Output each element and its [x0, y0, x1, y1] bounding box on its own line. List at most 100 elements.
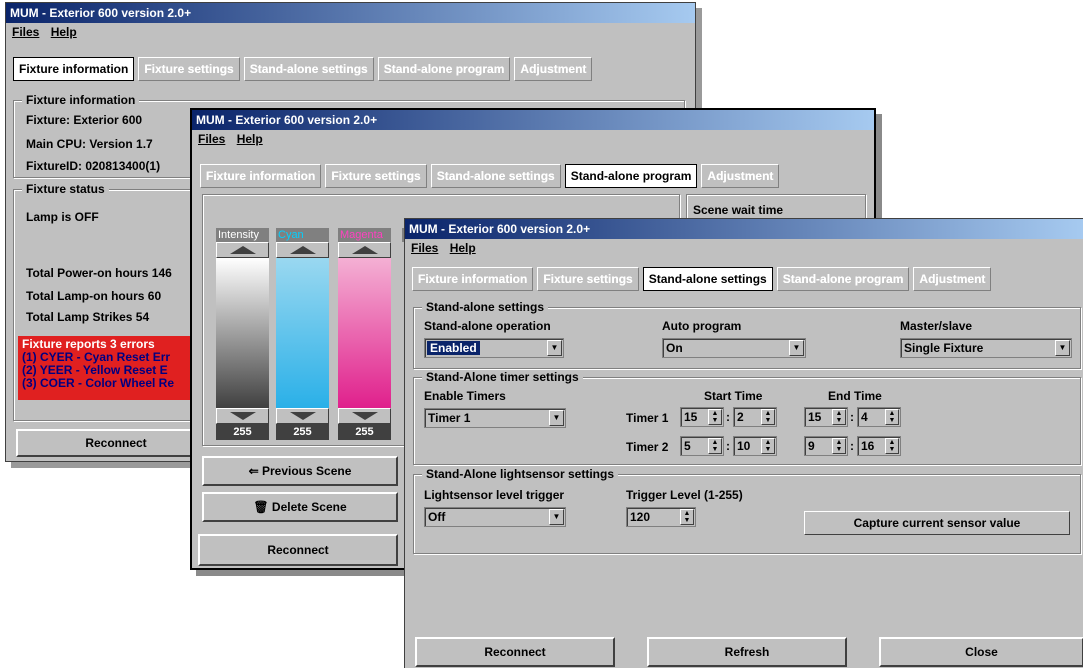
master-slave-label: Master/slave	[900, 319, 973, 333]
fader-cyan[interactable]: Cyan 255	[276, 228, 329, 440]
menu-files[interactable]: Files	[411, 241, 438, 255]
total-lamp-on-hours: Total Lamp-on hours 60	[26, 289, 162, 303]
chevron-down-icon[interactable]: ▼	[1055, 340, 1070, 356]
timer-settings-group: Stand-Alone timer settings Enable Timers…	[413, 370, 1081, 465]
spin-arrows-icon[interactable]: ▲ ▼	[761, 409, 775, 425]
group-title: Stand-Alone lightsensor settings	[422, 467, 619, 481]
trash-icon: 🗑	[253, 500, 269, 514]
menu-help[interactable]: Help	[237, 132, 263, 146]
chevron-down-icon[interactable]: ▼	[549, 410, 564, 426]
trigger-level-input[interactable]: 120 ▲ ▼	[626, 507, 696, 527]
tab-fixture-information[interactable]: Fixture information	[412, 267, 534, 291]
chevron-down-icon[interactable]: ▼	[547, 340, 562, 356]
timer-1-end-hour[interactable]: 15 ▲ ▼	[804, 407, 848, 427]
tab-stand-alone-program[interactable]: Stand-alone program	[377, 57, 511, 81]
master-slave-select[interactable]: Single Fixture ▼	[900, 338, 1072, 358]
spin-arrows-icon[interactable]: ▲ ▼	[761, 438, 775, 454]
close-button[interactable]: Close	[879, 637, 1083, 667]
enable-timers-label: Enable Timers	[424, 389, 506, 403]
spin-arrows-icon[interactable]: ▲ ▼	[832, 409, 846, 425]
group-title: Fixture status	[22, 182, 109, 196]
enable-timers-select[interactable]: Timer 1 ▼	[424, 408, 566, 428]
spin-arrows-icon[interactable]: ▲ ▼	[680, 509, 694, 525]
lightsensor-trigger-select[interactable]: Off ▼	[424, 507, 566, 527]
menu-files[interactable]: Files	[198, 132, 225, 146]
delete-scene-button[interactable]: 🗑 Delete Scene	[202, 492, 398, 522]
timer-2-start-minute[interactable]: 10 ▲ ▼	[733, 436, 777, 456]
tab-adjustment[interactable]: Adjustment	[913, 267, 992, 291]
lamp-status: Lamp is OFF	[26, 210, 99, 224]
tab-fixture-settings[interactable]: Fixture settings	[325, 164, 427, 188]
fader-down-arrow-icon[interactable]	[276, 408, 329, 424]
fader-level-bar[interactable]	[338, 258, 391, 408]
chevron-down-icon[interactable]: ▼	[549, 509, 564, 525]
tab-bar: Fixture information Fixture settings Sta…	[412, 267, 992, 291]
spin-arrows-icon[interactable]: ▲ ▼	[885, 409, 899, 425]
fader-value: 255	[216, 424, 269, 440]
timer-1-start-minute[interactable]: 2 ▲ ▼	[733, 407, 777, 427]
refresh-button[interactable]: Refresh	[647, 637, 847, 667]
reconnect-button[interactable]: Reconnect	[415, 637, 615, 667]
group-title: Stand-Alone timer settings	[422, 370, 583, 384]
fader-down-arrow-icon[interactable]	[216, 408, 269, 424]
stand-alone-settings-group: Stand-alone settings Stand-alone operati…	[413, 300, 1081, 369]
fader-label: Magenta	[338, 228, 391, 242]
window-title: MUM - Exterior 600 version 2.0+	[6, 3, 695, 23]
spin-arrows-icon[interactable]: ▲ ▼	[708, 409, 722, 425]
menu-help[interactable]: Help	[450, 241, 476, 255]
tab-fixture-information[interactable]: Fixture information	[200, 164, 322, 188]
error-item: (3) COER - Color Wheel Re	[22, 376, 175, 390]
fader-up-arrow-icon[interactable]	[216, 242, 269, 258]
spin-arrows-icon[interactable]: ▲ ▼	[885, 438, 899, 454]
timer-2-end-minute[interactable]: 16 ▲ ▼	[857, 436, 901, 456]
menu-files[interactable]: Files	[12, 25, 39, 39]
error-list: Fixture reports 3 errors (1) CYER - Cyan…	[18, 336, 198, 400]
previous-scene-button[interactable]: ⇐ Previous Scene	[202, 456, 398, 486]
reconnect-button[interactable]: Reconnect	[198, 534, 398, 566]
timer-1-label: Timer 1	[626, 411, 669, 425]
group-title: Stand-alone settings	[422, 300, 549, 314]
tab-stand-alone-settings[interactable]: Stand-alone settings	[430, 164, 561, 188]
stand-alone-operation-select[interactable]: Enabled ▼	[424, 338, 564, 358]
tab-stand-alone-settings[interactable]: Stand-alone settings	[642, 267, 773, 291]
tab-fixture-information[interactable]: Fixture information	[13, 57, 135, 81]
fader-intensity[interactable]: Intensity 255	[216, 228, 269, 440]
tab-adjustment[interactable]: Adjustment	[514, 57, 593, 81]
tab-adjustment[interactable]: Adjustment	[701, 164, 780, 188]
timer-2-label: Timer 2	[626, 440, 669, 454]
total-power-on-hours: Total Power-on hours 146	[26, 266, 172, 280]
timer-1-end-minute[interactable]: 4 ▲ ▼	[857, 407, 901, 427]
timer-1-start-hour[interactable]: 15 ▲ ▼	[680, 407, 724, 427]
fader-level-bar[interactable]	[276, 258, 329, 408]
tab-fixture-settings[interactable]: Fixture settings	[138, 57, 240, 81]
scene-wait-label: Scene wait time	[693, 203, 784, 217]
auto-program-select[interactable]: On ▼	[662, 338, 806, 358]
reconnect-button[interactable]: Reconnect	[16, 429, 216, 457]
start-time-label: Start Time	[704, 389, 763, 403]
lightsensor-settings-group: Stand-Alone lightsensor settings Lightse…	[413, 467, 1081, 554]
tab-stand-alone-program[interactable]: Stand-alone program	[776, 267, 910, 291]
time-separator: :	[726, 410, 730, 424]
menubar: Files Help	[192, 130, 874, 148]
main-cpu-version: Main CPU: Version 1.7	[26, 137, 153, 151]
timer-2-end-hour[interactable]: 9 ▲ ▼	[804, 436, 848, 456]
tab-stand-alone-settings[interactable]: Stand-alone settings	[243, 57, 374, 81]
menu-help[interactable]: Help	[51, 25, 77, 39]
tab-stand-alone-program[interactable]: Stand-alone program	[564, 164, 698, 188]
tab-bar: Fixture information Fixture settings Sta…	[13, 57, 593, 81]
capture-sensor-value-button[interactable]: Capture current sensor value	[804, 511, 1070, 535]
time-separator: :	[850, 439, 854, 453]
fader-up-arrow-icon[interactable]	[338, 242, 391, 258]
arrow-left-icon: ⇐	[248, 464, 259, 478]
spin-arrows-icon[interactable]: ▲ ▼	[708, 438, 722, 454]
fader-up-arrow-icon[interactable]	[276, 242, 329, 258]
time-separator: :	[850, 410, 854, 424]
chevron-down-icon[interactable]: ▼	[789, 340, 804, 356]
tab-fixture-settings[interactable]: Fixture settings	[537, 267, 639, 291]
spin-arrows-icon[interactable]: ▲ ▼	[832, 438, 846, 454]
fader-down-arrow-icon[interactable]	[338, 408, 391, 424]
fader-level-bar[interactable]	[216, 258, 269, 408]
timer-2-start-hour[interactable]: 5 ▲ ▼	[680, 436, 724, 456]
fader-magenta[interactable]: Magenta 255	[338, 228, 391, 440]
trigger-level-label: Trigger Level (1-255)	[626, 488, 743, 502]
